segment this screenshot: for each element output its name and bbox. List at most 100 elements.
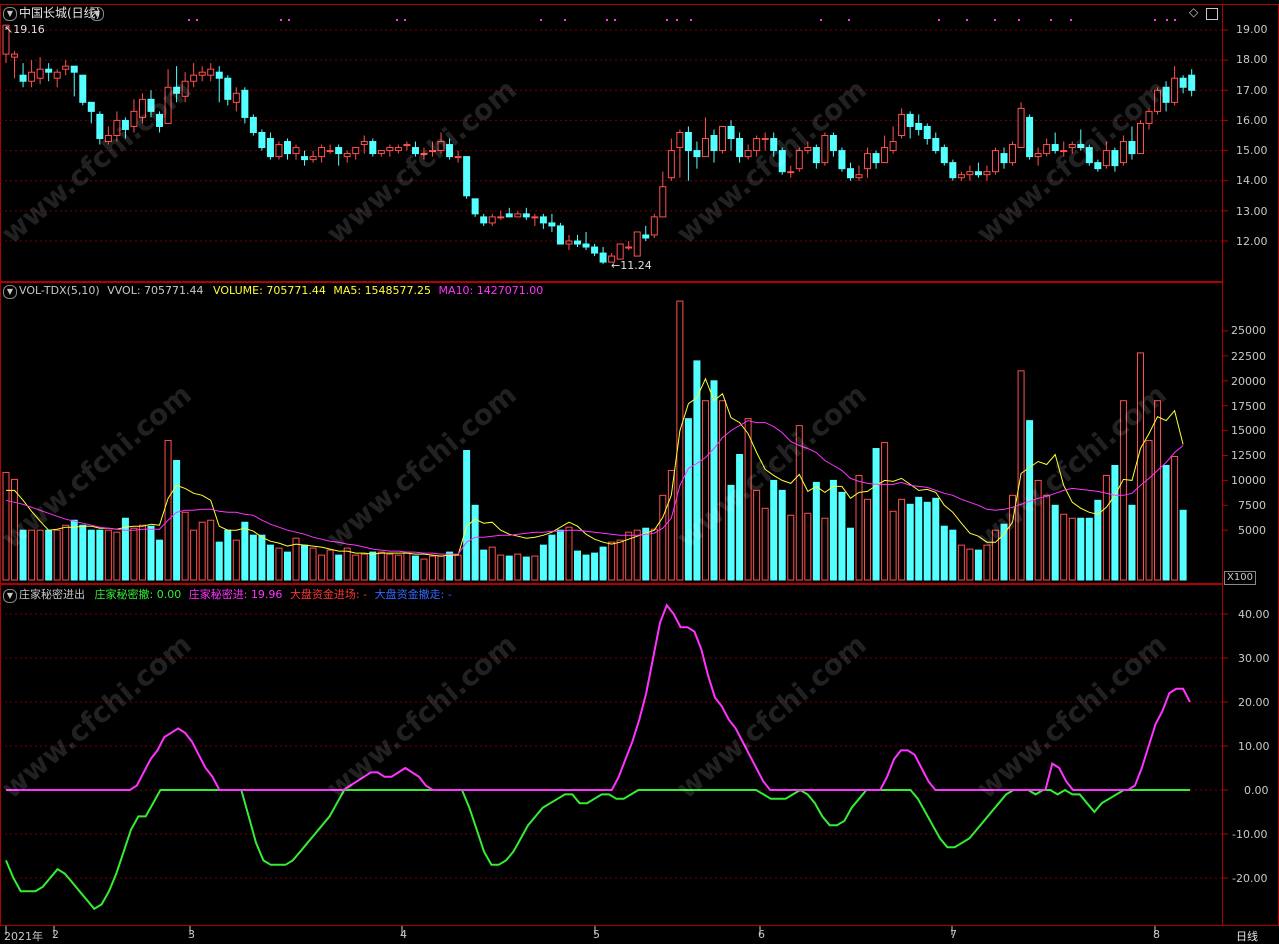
candle <box>932 132 940 154</box>
volume-indicator-legend[interactable]: VOL-TDX(5,10) VVOL: 705771.44 VOLUME: 70… <box>19 284 543 298</box>
diamond-icon[interactable]: ◇ <box>1189 6 1198 18</box>
period-button[interactable]: 日线 <box>1236 928 1258 944</box>
candle <box>599 247 607 264</box>
y-tick: 5000 <box>1238 524 1266 537</box>
candle-body <box>846 168 854 179</box>
volume-bar <box>1136 352 1144 581</box>
candle-body <box>1026 116 1034 158</box>
candle <box>198 66 206 82</box>
candle <box>1094 159 1102 172</box>
volume-bar <box>1154 400 1162 581</box>
candle <box>966 165 974 181</box>
candle <box>693 141 701 169</box>
signal-dot <box>666 19 668 21</box>
candle-body <box>915 122 923 130</box>
candle-body <box>301 156 309 161</box>
stock-title[interactable]: 中国长城(日线) <box>19 6 100 20</box>
indicator-legend[interactable]: 庄家秘密进出 庄家秘密撤: 0.00 庄家秘密进: 19.96 大盘资金进场: … <box>19 588 452 602</box>
volume-bar <box>701 400 709 581</box>
volume-bar <box>266 544 274 581</box>
stock-chart-canvas[interactable] <box>0 0 1279 943</box>
volume-value: 705771.44 <box>266 284 326 297</box>
candle <box>846 162 854 181</box>
candle <box>565 234 573 251</box>
candle-body <box>1179 77 1187 88</box>
candle-body <box>667 150 675 179</box>
s4-value: - <box>447 588 452 601</box>
volume-bar <box>991 529 999 581</box>
candle <box>104 126 112 145</box>
y-tick: 22500 <box>1231 350 1266 363</box>
candle <box>147 90 155 118</box>
candle <box>684 126 692 181</box>
chevron-down-icon[interactable]: ▼ <box>90 7 104 21</box>
candle-body <box>70 65 78 73</box>
candle-body <box>787 171 795 174</box>
candle-body <box>616 243 624 260</box>
candle <box>121 117 129 139</box>
candle-body <box>1000 153 1008 164</box>
candle-body <box>906 113 914 127</box>
candle-body <box>829 135 837 152</box>
candle-body <box>676 131 684 149</box>
candle <box>983 165 991 181</box>
candle <box>62 60 70 76</box>
volume-bar <box>736 454 744 581</box>
candle <box>1171 66 1179 106</box>
y-tick: 40.00 <box>1238 608 1270 621</box>
volume-bar <box>898 498 906 581</box>
volume-bar <box>249 534 257 581</box>
volume-bar <box>676 300 684 581</box>
volume-bar <box>275 547 283 581</box>
chevron-down-icon[interactable]: ▼ <box>3 589 17 603</box>
candle <box>727 120 735 151</box>
volume-bar <box>403 551 411 581</box>
candlestick-series[interactable] <box>2 24 1196 264</box>
candle-body <box>531 216 539 219</box>
high-price-marker: ↖19.16 <box>4 23 45 37</box>
volume-bar <box>87 529 95 581</box>
candle <box>326 144 334 154</box>
candle-body <box>36 68 44 79</box>
y-tick: -10.00 <box>1232 828 1268 841</box>
candle <box>488 213 496 226</box>
candle-body <box>463 156 471 197</box>
volume-bar <box>838 491 846 581</box>
volume-bar <box>241 521 249 581</box>
volume-bar <box>1060 513 1068 581</box>
candle <box>1017 102 1025 149</box>
candle <box>283 138 291 160</box>
candle <box>36 57 44 85</box>
s1-label: 庄家秘密撤: <box>94 588 154 601</box>
candle <box>787 165 795 178</box>
y-tick: 25000 <box>1231 324 1266 337</box>
candle <box>667 138 675 181</box>
volume-bar <box>616 539 624 581</box>
volume-bar <box>514 553 522 581</box>
volume-bar <box>770 479 778 581</box>
candle-body <box>147 98 155 112</box>
candle-body <box>821 135 829 164</box>
candle-body <box>215 71 223 79</box>
ma5-value: 1548577.25 <box>364 284 432 297</box>
volume-bar <box>932 497 940 581</box>
chevron-down-icon[interactable]: ▼ <box>3 7 17 21</box>
volume-bar <box>181 511 189 581</box>
window-toggle-icon[interactable] <box>1206 8 1218 20</box>
candle-body <box>28 71 36 82</box>
volume-bars[interactable] <box>2 300 1187 581</box>
candle <box>266 132 274 160</box>
candle-body <box>565 240 573 245</box>
volume-bar <box>2 471 10 581</box>
candle-body <box>923 125 931 140</box>
candle <box>386 144 394 157</box>
volume-bar <box>198 521 206 581</box>
candle-body <box>283 141 291 155</box>
candle <box>991 147 999 175</box>
candle <box>1009 141 1017 166</box>
chevron-down-icon[interactable]: ▼ <box>3 285 17 299</box>
volume-bar <box>1102 474 1110 581</box>
candle <box>215 66 223 103</box>
candle-body <box>19 74 27 82</box>
candle <box>480 213 488 226</box>
